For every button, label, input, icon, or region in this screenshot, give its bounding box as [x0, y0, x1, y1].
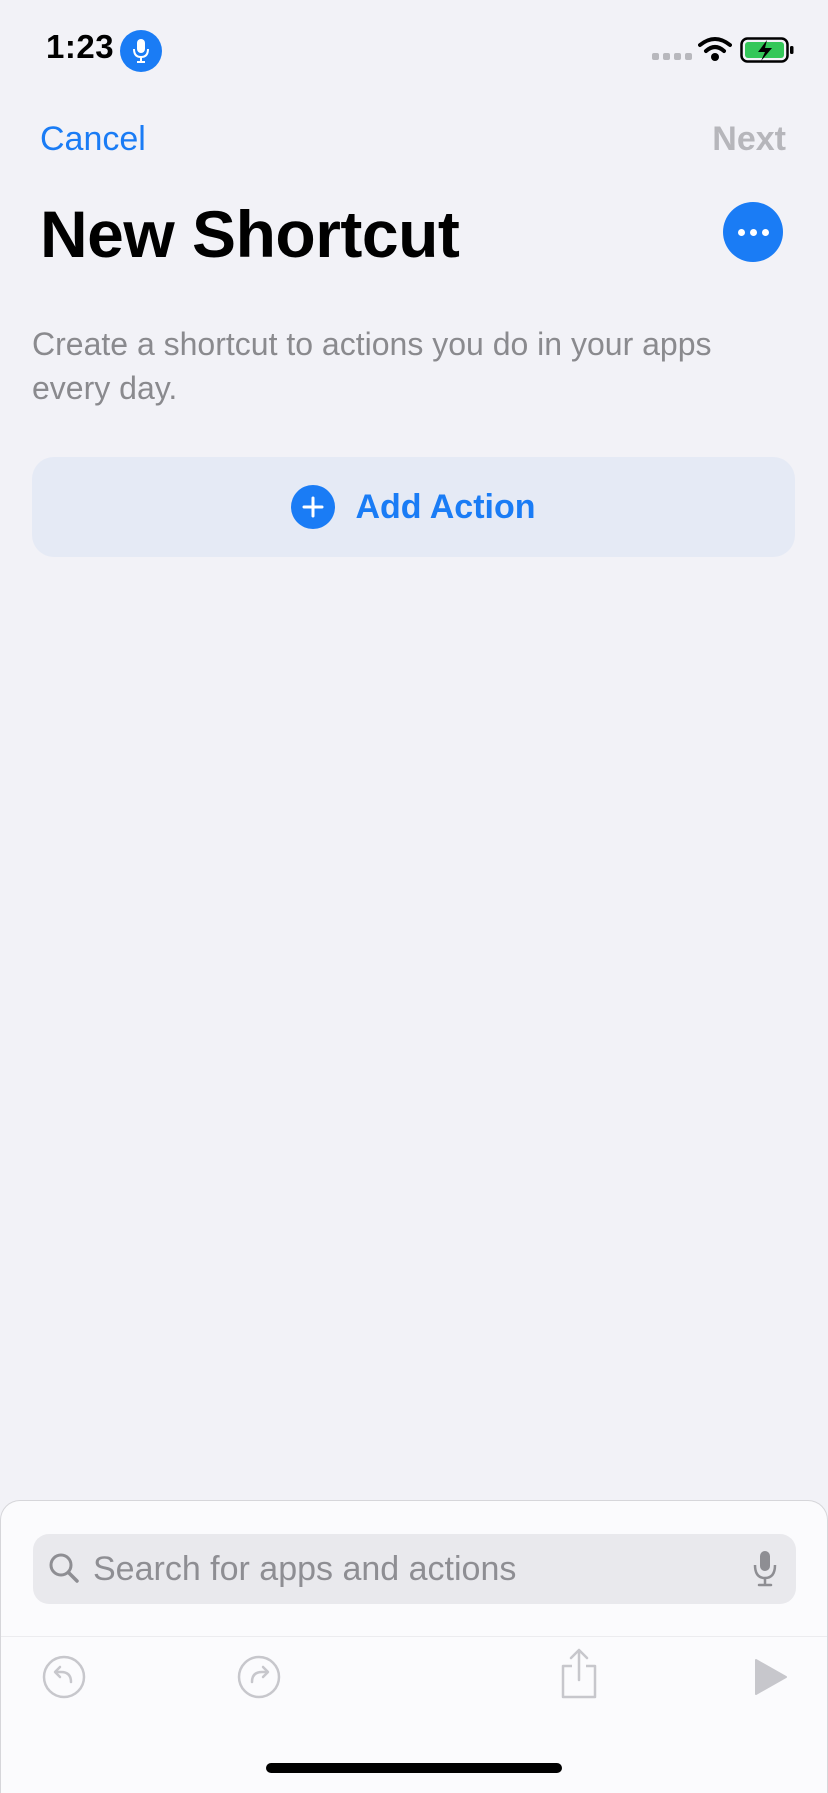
- status-bar: 1:23: [0, 0, 828, 100]
- ellipsis-icon: [737, 228, 745, 236]
- wifi-icon: [698, 36, 732, 67]
- battery-charging-icon: [740, 36, 796, 69]
- search-icon: [47, 1551, 81, 1590]
- redo-icon[interactable]: [237, 1655, 281, 1704]
- status-time: 1:23: [46, 28, 115, 65]
- more-options-button[interactable]: [723, 202, 783, 262]
- add-action-label: Add Action: [355, 487, 536, 526]
- undo-icon[interactable]: [42, 1655, 86, 1704]
- description-text: Create a shortcut to actions you do in y…: [32, 326, 712, 406]
- microphone-icon: [120, 30, 162, 72]
- add-action-button[interactable]: Add Action: [32, 457, 795, 557]
- home-indicator[interactable]: [266, 1763, 562, 1773]
- search-input[interactable]: [93, 1544, 713, 1594]
- dictation-mic-icon[interactable]: [752, 1549, 778, 1594]
- play-icon[interactable]: [754, 1658, 788, 1701]
- share-icon[interactable]: [559, 1648, 599, 1705]
- plus-circle-icon: [291, 485, 336, 529]
- toolbar-divider: [1, 1636, 827, 1637]
- actions-bottom-sheet: [0, 1500, 828, 1793]
- page-title: New Shortcut: [40, 197, 460, 271]
- search-field[interactable]: [33, 1534, 796, 1604]
- cellular-signal-icon: [652, 53, 692, 60]
- cancel-button[interactable]: Cancel: [40, 120, 146, 159]
- next-button[interactable]: Next: [712, 120, 786, 159]
